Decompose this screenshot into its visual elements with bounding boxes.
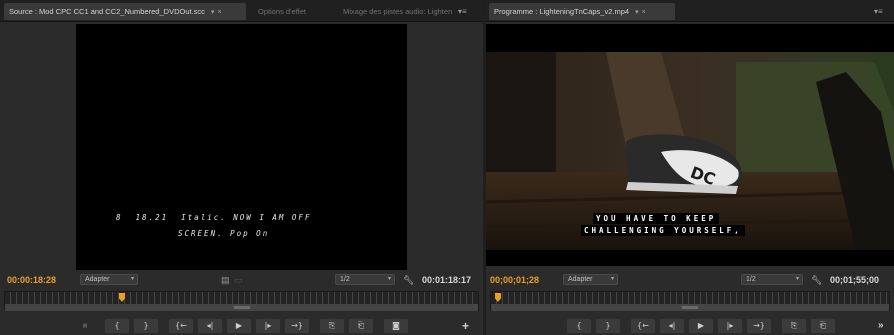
add-button[interactable]: + [462,318,469,334]
drag-audio-icon[interactable]: ▭ [234,273,243,287]
export-frame-button[interactable]: ◙ [383,318,409,334]
source-fit-select-value: Adapter [85,276,110,283]
step-back-button[interactable]: ◂| [659,318,685,334]
tab-program-close-icon[interactable]: × [642,4,646,21]
lift-button[interactable]: ⎘ [781,318,807,334]
program-fit-select[interactable]: Adapter ▾ [563,274,618,285]
source-panel-menu-icon[interactable]: ▾≡ [458,3,467,20]
go-to-in-button[interactable]: {← [630,318,656,334]
program-transport-bar: { } {← ◂| ▶ |▸ →} ⎘ ⎗ » [486,318,894,335]
tab-program[interactable]: Programme : LighteningTnCaps_v2.mp4 ▾ × [489,3,675,20]
subtitle-line-2: CHALLENGING YOURSELF, [581,225,745,236]
source-current-timecode[interactable]: 00:00:18:28 [7,273,56,287]
mark-in-button[interactable]: { [104,318,130,334]
step-forward-button[interactable]: |▸ [717,318,743,334]
filmstrip-icon[interactable]: ▤ [221,273,230,287]
source-viewer: 8 18.21 Italic. NOW I AM OFF SCREEN. Pop… [76,24,407,270]
source-timeline[interactable] [4,291,479,311]
program-scroll-handle[interactable] [682,306,698,309]
program-control-row: 00;00;01;28 Adapter ▾ 1/2 ▾ 🔧︎ 00;01;55;00 [486,273,894,287]
play-button[interactable]: ▶ [226,318,252,334]
step-forward-button[interactable]: |▸ [255,318,281,334]
extract-button[interactable]: ⎗ [810,318,836,334]
program-zoom-scrollbar[interactable] [491,304,889,311]
chevron-down-icon: ▾ [795,276,799,282]
tab-source-close-icon[interactable]: × [217,4,221,21]
program-tab-bar: Programme : LighteningTnCaps_v2.mp4 ▾ × ▾≡ [486,0,894,22]
tab-program-label: Programme : LighteningTnCaps_v2.mp4 [494,7,630,16]
tab-source-label: Source : Mod CPC CC1 and CC2_Numbered_DV… [9,7,205,16]
program-monitor-panel: Programme : LighteningTnCaps_v2.mp4 ▾ × ▾≡ [486,0,894,335]
program-timeline[interactable] [490,291,890,311]
program-duration-timecode: 00;01;55;00 [830,275,880,285]
go-to-out-button[interactable]: →} [284,318,310,334]
chevron-down-icon: ▾ [387,276,391,282]
program-time-ruler[interactable] [491,292,889,304]
program-current-timecode[interactable]: 00;00;01;28 [490,273,539,287]
source-monitor-panel: Source : Mod CPC CC1 and CC2_Numbered_DV… [0,0,483,335]
play-button[interactable]: ▶ [688,318,714,334]
chevron-down-icon: ▾ [610,276,614,282]
overflow-icon[interactable]: » [878,318,884,334]
program-resolution-select[interactable]: 1/2 ▾ [741,274,803,285]
mark-in-button[interactable]: { [566,318,592,334]
source-duration-timecode: 00:01:18:17 [422,275,472,285]
caption-line-1: 8 18.21 Italic. NOW I AM OFF [116,213,312,222]
source-resolution-value: 1/2 [340,276,350,283]
tab-source-menu-icon[interactable]: ▾ [211,4,215,21]
step-back-button[interactable]: ◂| [197,318,223,334]
program-panel-menu-icon[interactable]: ▾≡ [874,3,883,20]
go-to-out-button[interactable]: →} [746,318,772,334]
marker-icon[interactable]: ■ [80,318,90,334]
chevron-down-icon: ▾ [130,276,134,282]
mark-out-button[interactable]: } [595,318,621,334]
tab-source[interactable]: Source : Mod CPC CC1 and CC2_Numbered_DV… [4,3,246,20]
source-tab-bar: Source : Mod CPC CC1 and CC2_Numbered_DV… [0,0,483,22]
overwrite-button[interactable]: ⎗ [348,318,374,334]
go-to-in-button[interactable]: {← [168,318,194,334]
source-time-ruler[interactable] [5,292,478,304]
caption-line-2: SCREEN. Pop On [178,229,270,238]
program-resolution-value: 1/2 [746,276,756,283]
tab-program-menu-icon[interactable]: ▾ [635,4,639,21]
program-fit-select-value: Adapter [568,276,593,283]
source-resolution-select[interactable]: 1/2 ▾ [335,274,395,285]
tab-effect-options[interactable]: Options d'effet [253,3,306,20]
source-zoom-scrollbar[interactable] [5,304,478,311]
tab-audio-mixer[interactable]: Mixage des pistes audio: Lighten [338,3,452,20]
wrench-icon[interactable]: 🔧︎ [403,273,414,287]
wrench-icon[interactable]: 🔧︎ [811,273,822,287]
source-transport-bar: ■ { } {← ◂| ▶ |▸ →} ⎘ ⎗ ◙ + [0,318,483,335]
source-scroll-handle[interactable] [233,306,250,309]
program-viewer: DC YOU HAVE TO KEEP CHALLENGING YOURSELF… [486,24,894,266]
mark-out-button[interactable]: } [133,318,159,334]
insert-button[interactable]: ⎘ [319,318,345,334]
subtitle-line-1: YOU HAVE TO KEEP [593,213,720,224]
source-fit-select[interactable]: Adapter ▾ [80,274,138,285]
source-control-row: 00:00:18:28 Adapter ▾ ▤ ▭ 1/2 ▾ 🔧︎ 00:01:1… [0,273,483,287]
